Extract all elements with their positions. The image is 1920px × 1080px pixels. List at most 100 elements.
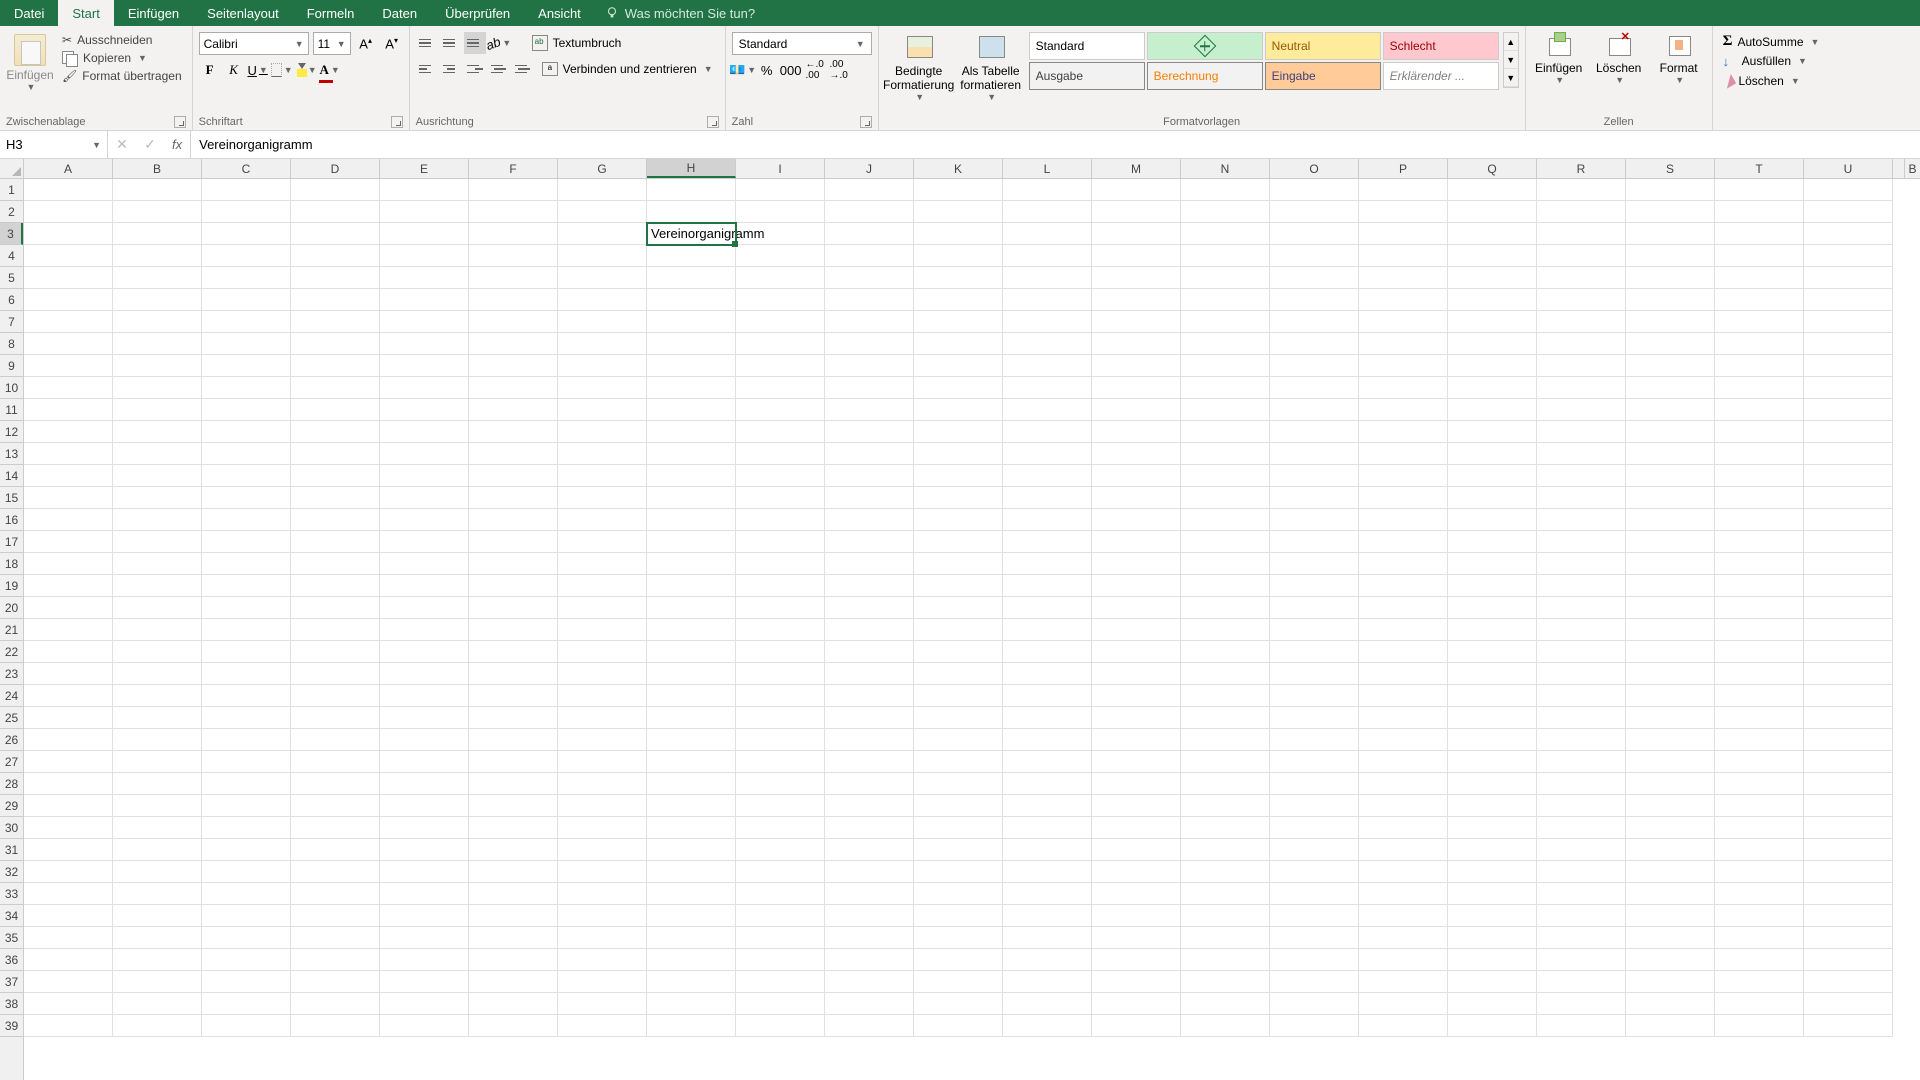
cell-E18[interactable]	[380, 553, 469, 575]
cell-M3[interactable]	[1092, 223, 1181, 245]
cell-A28[interactable]	[24, 773, 113, 795]
cell-J36[interactable]	[825, 949, 914, 971]
cell-O27[interactable]	[1270, 751, 1359, 773]
cell-A26[interactable]	[24, 729, 113, 751]
cell-L15[interactable]	[1003, 487, 1092, 509]
cell-K39[interactable]	[914, 1015, 1003, 1037]
tell-me-search[interactable]: Was möchten Sie tun?	[605, 0, 755, 26]
cell-G30[interactable]	[558, 817, 647, 839]
cell-I22[interactable]	[736, 641, 825, 663]
cell-F8[interactable]	[469, 333, 558, 355]
cell-L38[interactable]	[1003, 993, 1092, 1015]
cell-M25[interactable]	[1092, 707, 1181, 729]
cell-C18[interactable]	[202, 553, 291, 575]
cell-F29[interactable]	[469, 795, 558, 817]
column-header-C[interactable]: C	[202, 159, 291, 178]
cell-O15[interactable]	[1270, 487, 1359, 509]
row-header-4[interactable]: 4	[0, 245, 23, 267]
column-header-D[interactable]: D	[291, 159, 380, 178]
cell-N20[interactable]	[1181, 597, 1270, 619]
cell-P33[interactable]	[1359, 883, 1448, 905]
cell-R34[interactable]	[1537, 905, 1626, 927]
row-header-23[interactable]: 23	[0, 663, 23, 685]
cell-F16[interactable]	[469, 509, 558, 531]
cell-T11[interactable]	[1715, 399, 1804, 421]
cell-D12[interactable]	[291, 421, 380, 443]
cell-O29[interactable]	[1270, 795, 1359, 817]
cell-M20[interactable]	[1092, 597, 1181, 619]
cell-C35[interactable]	[202, 927, 291, 949]
cell-C4[interactable]	[202, 245, 291, 267]
cell-M5[interactable]	[1092, 267, 1181, 289]
cell-D22[interactable]	[291, 641, 380, 663]
cell-H17[interactable]	[647, 531, 736, 553]
cell-M18[interactable]	[1092, 553, 1181, 575]
style-berechnung[interactable]: Berechnung	[1147, 62, 1263, 90]
cell-E17[interactable]	[380, 531, 469, 553]
grow-font-button[interactable]: A▴	[355, 33, 377, 55]
cell-D13[interactable]	[291, 443, 380, 465]
cell-O32[interactable]	[1270, 861, 1359, 883]
cell-S20[interactable]	[1626, 597, 1715, 619]
cell-J19[interactable]	[825, 575, 914, 597]
cell-C23[interactable]	[202, 663, 291, 685]
cell-N11[interactable]	[1181, 399, 1270, 421]
cell-T10[interactable]	[1715, 377, 1804, 399]
cell-U37[interactable]	[1804, 971, 1893, 993]
cell-M11[interactable]	[1092, 399, 1181, 421]
cell-R33[interactable]	[1537, 883, 1626, 905]
cell-O14[interactable]	[1270, 465, 1359, 487]
cell-C1[interactable]	[202, 179, 291, 201]
cell-J2[interactable]	[825, 201, 914, 223]
cell-U18[interactable]	[1804, 553, 1893, 575]
cancel-formula-button[interactable]: ✕	[108, 136, 136, 153]
cell-K14[interactable]	[914, 465, 1003, 487]
cell-K22[interactable]	[914, 641, 1003, 663]
formula-input[interactable]: Vereinorganigramm	[191, 131, 1920, 158]
cell-H32[interactable]	[647, 861, 736, 883]
cell-L29[interactable]	[1003, 795, 1092, 817]
cell-O10[interactable]	[1270, 377, 1359, 399]
cell-Q7[interactable]	[1448, 311, 1537, 333]
cell-R2[interactable]	[1537, 201, 1626, 223]
cell-R12[interactable]	[1537, 421, 1626, 443]
cell-M8[interactable]	[1092, 333, 1181, 355]
cell-Q10[interactable]	[1448, 377, 1537, 399]
cell-A11[interactable]	[24, 399, 113, 421]
cell-O24[interactable]	[1270, 685, 1359, 707]
cell-D32[interactable]	[291, 861, 380, 883]
align-left-button[interactable]	[416, 58, 438, 80]
cell-R5[interactable]	[1537, 267, 1626, 289]
cell-R9[interactable]	[1537, 355, 1626, 377]
cell-T2[interactable]	[1715, 201, 1804, 223]
cell-J14[interactable]	[825, 465, 914, 487]
cell-D36[interactable]	[291, 949, 380, 971]
cell-L16[interactable]	[1003, 509, 1092, 531]
cell-T16[interactable]	[1715, 509, 1804, 531]
cell-P20[interactable]	[1359, 597, 1448, 619]
cell-A19[interactable]	[24, 575, 113, 597]
row-header-32[interactable]: 32	[0, 861, 23, 883]
cell-L27[interactable]	[1003, 751, 1092, 773]
cell-I5[interactable]	[736, 267, 825, 289]
cell-N39[interactable]	[1181, 1015, 1270, 1037]
cell-I12[interactable]	[736, 421, 825, 443]
cell-P11[interactable]	[1359, 399, 1448, 421]
cell-U8[interactable]	[1804, 333, 1893, 355]
cell-A25[interactable]	[24, 707, 113, 729]
cell-Q37[interactable]	[1448, 971, 1537, 993]
cell-D33[interactable]	[291, 883, 380, 905]
cell-O19[interactable]	[1270, 575, 1359, 597]
cell-Q30[interactable]	[1448, 817, 1537, 839]
cell-G3[interactable]	[558, 223, 647, 245]
cell-I1[interactable]	[736, 179, 825, 201]
cell-T23[interactable]	[1715, 663, 1804, 685]
cell-T34[interactable]	[1715, 905, 1804, 927]
cell-M33[interactable]	[1092, 883, 1181, 905]
cell-O34[interactable]	[1270, 905, 1359, 927]
cell-P38[interactable]	[1359, 993, 1448, 1015]
row-header-36[interactable]: 36	[0, 949, 23, 971]
cell-L14[interactable]	[1003, 465, 1092, 487]
comma-style-button[interactable]: 000	[780, 59, 802, 81]
cell-H33[interactable]	[647, 883, 736, 905]
